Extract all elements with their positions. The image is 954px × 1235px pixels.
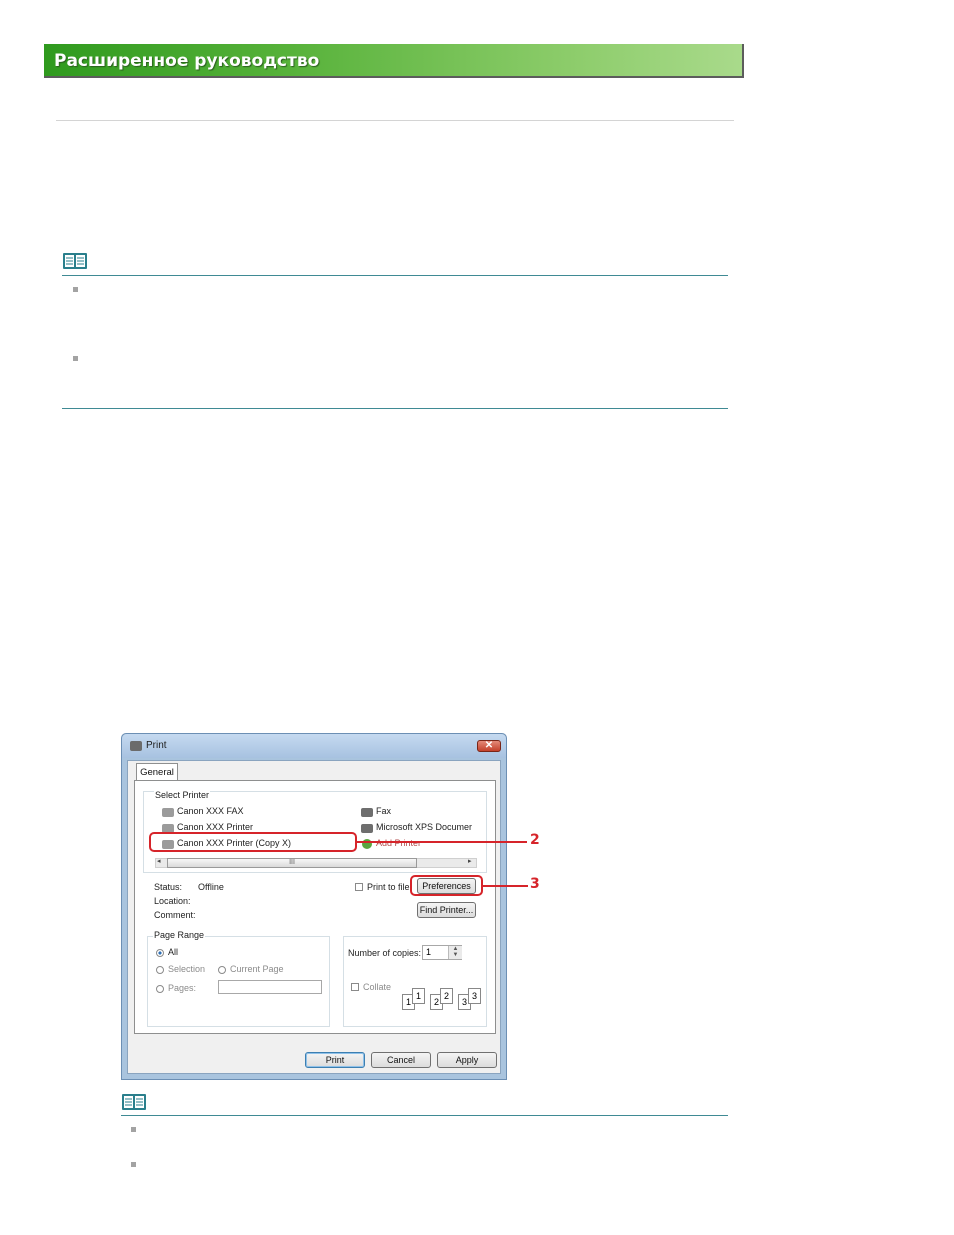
collate-label: Collate xyxy=(363,982,392,992)
range-all-label: All xyxy=(168,947,179,957)
collate-page: 3 xyxy=(468,988,481,1004)
callout-line-2 xyxy=(357,841,527,843)
select-printer-label: Select Printer xyxy=(154,790,211,800)
comment-label: Comment: xyxy=(154,910,196,920)
note-divider xyxy=(62,275,728,276)
printer-item[interactable]: Canon XXX Printer xyxy=(177,822,253,832)
scrollbar-thumb[interactable]: III xyxy=(167,858,417,868)
note-end-divider xyxy=(62,408,728,409)
fax-printer-icon xyxy=(162,808,174,817)
collate-page: 2 xyxy=(440,988,453,1004)
printer-highlight-box xyxy=(149,832,357,852)
find-printer-button[interactable]: Find Printer... xyxy=(417,902,476,918)
header-banner: Расширенное руководство xyxy=(44,44,744,78)
page-range-label: Page Range xyxy=(153,930,206,940)
callout-line-3 xyxy=(483,885,528,887)
fax-icon xyxy=(361,808,373,817)
range-pages-label: Pages: xyxy=(168,983,197,993)
note-bullet xyxy=(73,356,78,361)
status-label: Status: xyxy=(154,882,183,892)
general-tab-panel: Select Printer Canon XXX FAX Canon XXX P… xyxy=(134,780,496,1034)
range-selection-label: Selection xyxy=(168,964,206,974)
printer-item[interactable]: Fax xyxy=(376,806,391,816)
apply-button[interactable]: Apply xyxy=(437,1052,497,1068)
range-current-page-label: Current Page xyxy=(230,964,284,974)
close-button[interactable]: ✕ xyxy=(477,740,501,752)
note-bullet xyxy=(131,1162,136,1167)
collate-checkbox[interactable] xyxy=(351,983,359,991)
print-to-file-label: Print to file xyxy=(367,882,410,892)
printer-icon xyxy=(130,741,142,751)
dialog-title: Print xyxy=(146,740,167,751)
location-label: Location: xyxy=(154,896,191,906)
note-book-icon xyxy=(63,253,87,269)
copies-label: Number of copies: xyxy=(348,948,422,958)
range-current-page-radio[interactable] xyxy=(218,966,226,974)
callout-number-3: 3 xyxy=(530,876,540,892)
printer-item[interactable]: Canon XXX FAX xyxy=(177,806,244,816)
dialog-client: General Select Printer Canon XXX FAX Can… xyxy=(127,760,501,1074)
note-bullet xyxy=(73,287,78,292)
print-dialog: Print ✕ General Select Printer Canon XXX… xyxy=(121,733,507,1080)
section-divider xyxy=(56,120,734,121)
page-title: Расширенное руководство xyxy=(54,51,320,71)
xps-printer-icon xyxy=(361,824,373,833)
status-value: Offline xyxy=(198,882,224,892)
pages-input[interactable] xyxy=(218,980,322,994)
dialog-titlebar: Print ✕ xyxy=(122,734,506,758)
note-divider xyxy=(121,1115,728,1116)
note-book-icon xyxy=(122,1094,146,1110)
range-all-radio[interactable] xyxy=(156,949,164,957)
print-button[interactable]: Print xyxy=(305,1052,365,1068)
note-bullet xyxy=(131,1127,136,1132)
callout-number-2: 2 xyxy=(530,832,540,848)
printer-item[interactable]: Microsoft XPS Documer xyxy=(376,822,472,832)
scroll-left-icon[interactable]: ◂ xyxy=(157,857,161,865)
range-pages-radio[interactable] xyxy=(156,985,164,993)
collate-page: 1 xyxy=(412,988,425,1004)
print-to-file-checkbox[interactable] xyxy=(355,883,363,891)
range-selection-radio[interactable] xyxy=(156,966,164,974)
scroll-right-icon[interactable]: ▸ xyxy=(468,857,472,865)
add-printer-item[interactable]: Add Printer xyxy=(376,838,421,848)
cancel-button[interactable]: Cancel xyxy=(371,1052,431,1068)
preferences-highlight-box xyxy=(410,875,483,896)
copies-spin-arrows-icon[interactable]: ▲ ▼ xyxy=(448,946,462,959)
